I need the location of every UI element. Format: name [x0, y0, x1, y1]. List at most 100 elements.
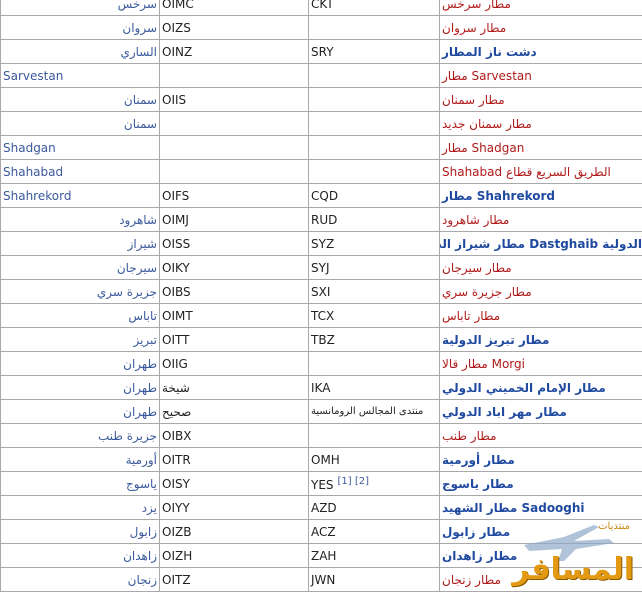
airport-name-link[interactable]: مطار سروان — [439, 15, 642, 40]
city-link[interactable]: Shadgan — [0, 135, 160, 160]
forum-logo-watermark: منتديات المسافر — [504, 515, 634, 589]
iata-code: RUD — [311, 212, 338, 227]
icao-code-cell — [159, 63, 309, 88]
airport-name-link[interactable]: مطار جزيرة سري — [439, 279, 642, 304]
city-link[interactable]: زنجان — [0, 567, 160, 592]
city-link[interactable]: Sarvestan — [0, 63, 160, 88]
city-link[interactable]: Shahrekord — [0, 183, 160, 208]
iata-code: OMH — [311, 452, 340, 467]
airport-name-link[interactable]: الدولية Dastghaib مطار شيراز الدولي (شهي… — [439, 231, 642, 256]
icao-code-cell: OINZ — [159, 39, 309, 64]
iata-code-cell: TCX — [308, 303, 440, 328]
table-row: Shahabad الطريق السريع قطاع Shahabad — [0, 159, 642, 184]
icao-code-cell: OIMT — [159, 303, 309, 328]
city-link[interactable]: زابول — [0, 519, 160, 544]
city-link[interactable]: جزيرة سري — [0, 279, 160, 304]
table-row: Sarvestan Sarvestan مطار — [0, 63, 642, 88]
icao-code-cell: OIZB — [159, 519, 309, 544]
city-link[interactable]: Shahabad — [0, 159, 160, 184]
city-link[interactable]: الساري — [0, 39, 160, 64]
iata-code-cell: منتدى المجالس الرومانسية — [308, 399, 440, 424]
watermark-text: المسافر — [512, 552, 634, 587]
airport-name-link[interactable]: مطار مهر اباد الدولي — [439, 399, 642, 424]
city-link[interactable]: طهران — [0, 351, 160, 376]
iata-code-cell: IKA — [308, 375, 440, 400]
table-row: تبريز OITT TBZ مطار تبريز الدولية — [0, 327, 642, 352]
reference-links[interactable]: [1] [2] — [338, 476, 370, 487]
airport-name-link[interactable]: مطار تاباس — [439, 303, 642, 328]
table-row: جزيرة طنب OIBX مطار طنب — [0, 423, 642, 448]
airport-name-link[interactable]: مطار ياسوج — [439, 471, 642, 496]
city-link[interactable]: سمنان — [0, 87, 160, 112]
iata-code: SRY — [311, 44, 334, 59]
iata-code-cell: OMH — [308, 447, 440, 472]
airport-name-link[interactable]: Sarvestan مطار — [439, 63, 642, 88]
iata-code-cell — [308, 111, 440, 136]
icao-code-cell: OITT — [159, 327, 309, 352]
airport-name-link[interactable]: مطار الإمام الخميني الدولي — [439, 375, 642, 400]
iata-code: ZAH — [311, 548, 337, 563]
airport-name-link[interactable]: Shahrekord مطار — [439, 183, 642, 208]
iata-code: JWN — [311, 572, 336, 587]
table-row: أورمية OITR OMH مطار أورمية — [0, 447, 642, 472]
icao-code-cell: OIZH — [159, 543, 309, 568]
airport-name-link[interactable]: مطار سرخس — [439, 0, 642, 16]
airport-name-link[interactable]: مطار سمنان جديد — [439, 111, 642, 136]
airport-name-link[interactable]: مطار أورمية — [439, 447, 642, 472]
airport-name-link[interactable]: مطار طنب — [439, 423, 642, 448]
iata-code: منتدى المجالس الرومانسية — [311, 406, 424, 417]
city-link[interactable]: جزيرة طنب — [0, 423, 160, 448]
iata-code-cell — [308, 135, 440, 160]
city-link[interactable]: سيرجان — [0, 255, 160, 280]
iata-code-cell: SYJ — [308, 255, 440, 280]
airport-name-link[interactable]: Shadgan مطار — [439, 135, 642, 160]
airport-name-link[interactable]: Morgi مطار قالا — [439, 351, 642, 376]
city-link[interactable]: طهران — [0, 375, 160, 400]
city-link[interactable]: تبريز — [0, 327, 160, 352]
iata-code: AZD — [311, 500, 337, 515]
iata-code-cell: SYZ — [308, 231, 440, 256]
airport-name-link[interactable]: مطار تبريز الدولية — [439, 327, 642, 352]
icao-code-cell: OIIG — [159, 351, 309, 376]
icao-code-cell: OIFS — [159, 183, 309, 208]
airport-name-link[interactable]: مطار سيرجان — [439, 255, 642, 280]
table-row: سروان OIZS مطار سروان — [0, 15, 642, 40]
table-row: سيرجان OIKY SYJ مطار سيرجان — [0, 255, 642, 280]
iata-code-cell: SRY — [308, 39, 440, 64]
icao-code-cell: OIBS — [159, 279, 309, 304]
iata-code-cell: YES [1] [2] — [308, 471, 440, 496]
city-link[interactable]: سرخس — [0, 0, 160, 16]
city-link[interactable]: أورمية — [0, 447, 160, 472]
table-row: سرخس OIMC CKT مطار سرخس — [0, 0, 642, 16]
icao-code-cell: OIMC — [159, 0, 309, 16]
iata-code: SYZ — [311, 236, 335, 251]
icao-code-cell: OITR — [159, 447, 309, 472]
iata-code: YES — [311, 477, 334, 492]
table-row: ياسوج OISY YES [1] [2] مطار ياسوج — [0, 471, 642, 496]
icao-code-cell — [159, 159, 309, 184]
city-link[interactable]: زاهدان — [0, 543, 160, 568]
table-row: الساري OINZ SRY دشت ناز المطار — [0, 39, 642, 64]
city-link[interactable]: سروان — [0, 15, 160, 40]
iata-code-cell — [308, 63, 440, 88]
airport-name-link[interactable]: مطار سمنان — [439, 87, 642, 112]
airports-table-body: سرخس OIMC CKT مطار سرخس سروان OIZS مطار سروان ا… — [0, 0, 642, 592]
airport-name-link[interactable]: مطار شاهرود — [439, 207, 642, 232]
iata-code-cell — [308, 351, 440, 376]
iata-code-cell: AZD — [308, 495, 440, 520]
watermark-subtext: منتديات — [598, 521, 630, 532]
iata-code-cell — [308, 159, 440, 184]
icao-code-cell: OIYY — [159, 495, 309, 520]
city-link[interactable]: ياسوج — [0, 471, 160, 496]
airport-name-link[interactable]: دشت ناز المطار — [439, 39, 642, 64]
city-link[interactable]: يزد — [0, 495, 160, 520]
city-link[interactable]: طهران — [0, 399, 160, 424]
table-row: شيراز OISS SYZ الدولية Dastghaib مطار شيراز… — [0, 231, 642, 256]
city-link[interactable]: سمنان — [0, 111, 160, 136]
icao-code-cell: OISS — [159, 231, 309, 256]
city-link[interactable]: شاهرود — [0, 207, 160, 232]
city-link[interactable]: تاباس — [0, 303, 160, 328]
city-link[interactable]: شيراز — [0, 231, 160, 256]
iata-code: IKA — [311, 380, 331, 395]
airport-name-link[interactable]: الطريق السريع قطاع Shahabad — [439, 159, 642, 184]
